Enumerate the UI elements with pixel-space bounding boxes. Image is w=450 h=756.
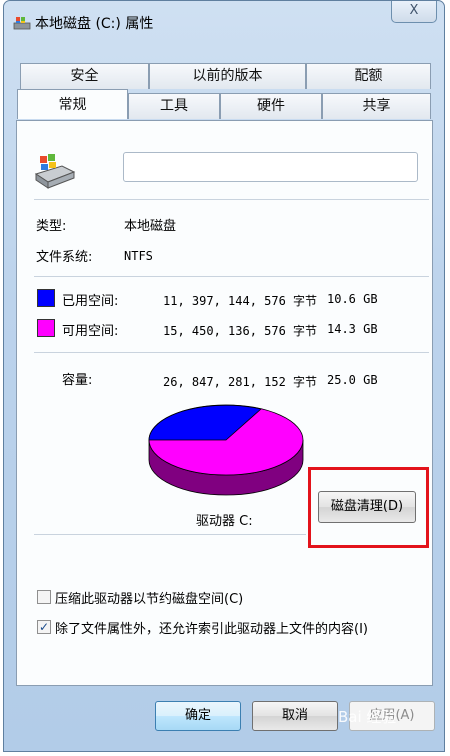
filesystem-label: 文件系统: xyxy=(36,250,93,265)
index-checkbox[interactable]: ✓ xyxy=(37,620,51,634)
tab-quota[interactable]: 配额 xyxy=(306,63,431,89)
used-space-size: 10.6 GB xyxy=(327,292,378,306)
tab-sharing[interactable]: 共享 xyxy=(322,93,431,119)
ok-button[interactable]: 确定 xyxy=(155,701,241,731)
cancel-button[interactable]: 取消 xyxy=(252,701,338,731)
check-mark-icon: ✓ xyxy=(38,620,50,634)
tab-previous-versions[interactable]: 以前的版本 xyxy=(149,63,306,89)
disk-usage-pie xyxy=(148,404,304,496)
capacity-label: 容量: xyxy=(62,373,93,388)
used-space-swatch xyxy=(37,289,55,307)
capacity-bytes: 26, 847, 281, 152 字节 xyxy=(163,375,318,389)
drive-title-icon xyxy=(13,17,31,30)
close-icon: X xyxy=(409,3,419,18)
tab-hardware[interactable]: 硬件 xyxy=(220,93,322,119)
tab-tools[interactable]: 工具 xyxy=(128,93,220,119)
watermark: Bai 经验 xyxy=(338,706,446,746)
window-title: 本地磁盘 (C:) 属性 xyxy=(35,16,154,32)
type-value: 本地磁盘 xyxy=(124,219,177,234)
capacity-size: 25.0 GB xyxy=(327,373,378,387)
divider xyxy=(34,534,306,535)
divider xyxy=(34,276,429,277)
divider xyxy=(34,352,429,353)
free-space-swatch xyxy=(37,319,55,337)
hard-drive-icon xyxy=(34,154,76,189)
free-space-bytes: 15, 450, 136, 576 字节 xyxy=(163,324,318,338)
drive-letter-label: 驱动器 C: xyxy=(196,514,253,529)
compress-checkbox-label: 压缩此驱动器以节约磁盘空间(C) xyxy=(55,592,244,607)
type-label: 类型: xyxy=(36,219,67,234)
used-space-label: 已用空间: xyxy=(62,294,119,309)
free-space-label: 可用空间: xyxy=(62,324,119,339)
compress-checkbox[interactable] xyxy=(37,590,51,604)
volume-name-input[interactable] xyxy=(123,152,418,182)
tab-security[interactable]: 安全 xyxy=(20,63,149,89)
filesystem-value: NTFS xyxy=(124,249,153,263)
divider xyxy=(34,199,429,200)
index-checkbox-label: 除了文件属性外，还允许索引此驱动器上文件的内容(I) xyxy=(55,622,368,637)
watermark-text: Bai 经验 xyxy=(338,708,397,726)
disk-cleanup-button[interactable]: 磁盘清理(D) xyxy=(318,491,416,523)
tab-general[interactable]: 常规 xyxy=(17,89,128,119)
close-button[interactable]: X xyxy=(391,1,437,23)
free-space-size: 14.3 GB xyxy=(327,322,378,336)
used-space-bytes: 11, 397, 144, 576 字节 xyxy=(163,294,318,308)
